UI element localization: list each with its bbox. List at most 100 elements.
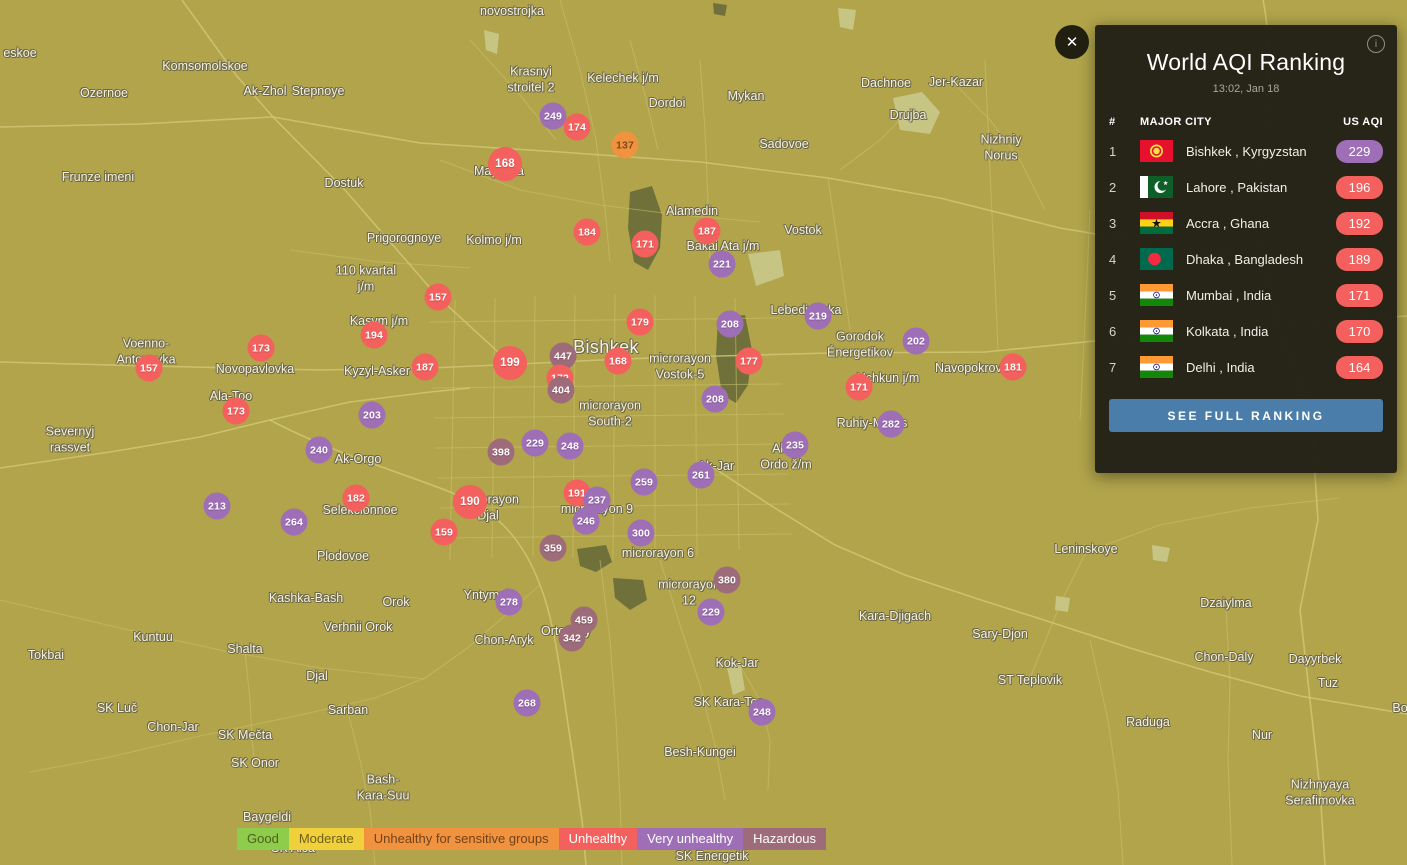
aqi-marker[interactable]: 157 — [136, 355, 163, 382]
aqi-marker[interactable]: 173 — [223, 398, 250, 425]
aqi-marker[interactable]: 203 — [359, 402, 386, 429]
aqi-marker[interactable]: 168 — [488, 147, 522, 181]
legend-item-good: Good — [237, 828, 289, 850]
aqi-marker[interactable]: 202 — [903, 328, 930, 355]
city-column-header: MAJOR CITY — [1140, 116, 1343, 128]
aqi-marker[interactable]: 264 — [281, 509, 308, 536]
flag-india-icon — [1140, 320, 1173, 342]
flag-pakistan-icon — [1140, 176, 1173, 198]
city-name: Delhi , India — [1186, 360, 1336, 375]
aqi-legend: GoodModerateUnhealthy for sensitive grou… — [237, 828, 826, 850]
aqi-marker[interactable]: 249 — [540, 103, 567, 130]
ranking-table-header: # MAJOR CITY US AQI — [1109, 111, 1383, 133]
ranking-rows: 1 Bishkek , Kyrgyzstan229 2 Lahore , Pakist… — [1109, 133, 1383, 385]
world-aqi-ranking-panel: i World AQI Ranking 13:02, Jan 18 # MAJO… — [1095, 25, 1397, 473]
aqi-badge: 196 — [1336, 176, 1383, 199]
aqi-marker[interactable]: 282 — [878, 411, 905, 438]
aqi-marker[interactable]: 248 — [749, 699, 776, 726]
aqi-marker[interactable]: 190 — [453, 485, 487, 519]
aqi-marker[interactable]: 182 — [343, 485, 370, 512]
ranking-row[interactable]: 3 Accra , Ghana192 — [1109, 205, 1383, 241]
ranking-row[interactable]: 5Mumbai , India171 — [1109, 277, 1383, 313]
ranking-row[interactable]: 6 Kolkata , India170 — [1109, 313, 1383, 349]
legend-item-unhealthy: Unhealthy — [559, 828, 638, 850]
aqi-map-screen: eskoeKomsomolskoeOzernoeAk-ZholStepnoyen… — [0, 0, 1407, 865]
see-full-ranking-button[interactable]: SEE FULL RANKING — [1109, 399, 1383, 432]
aqi-marker[interactable]: 208 — [717, 311, 744, 338]
legend-item-hazardous: Hazardous — [743, 828, 826, 850]
city-name: Mumbai , India — [1186, 288, 1336, 303]
aqi-column-header: US AQI — [1343, 116, 1383, 128]
aqi-marker[interactable]: 398 — [488, 439, 515, 466]
rank-number: 4 — [1109, 252, 1140, 267]
aqi-marker[interactable]: 359 — [540, 535, 567, 562]
flag-bangladesh-icon — [1140, 248, 1173, 270]
ranking-row[interactable]: 1 Bishkek , Kyrgyzstan229 — [1109, 133, 1383, 169]
aqi-marker[interactable]: 199 — [493, 346, 527, 380]
city-name: Bishkek , Kyrgyzstan — [1186, 144, 1336, 159]
aqi-marker[interactable]: 240 — [306, 437, 333, 464]
ranking-row[interactable]: 4 Dhaka , Bangladesh189 — [1109, 241, 1383, 277]
aqi-marker[interactable]: 177 — [736, 348, 763, 375]
flag-kyrgyzstan-icon — [1140, 140, 1173, 162]
aqi-marker[interactable]: 157 — [425, 284, 452, 311]
rank-number: 2 — [1109, 180, 1140, 195]
rank-column-header: # — [1109, 116, 1140, 128]
aqi-marker[interactable]: 171 — [846, 374, 873, 401]
info-icon[interactable]: i — [1367, 35, 1385, 53]
city-name: Kolkata , India — [1186, 324, 1336, 339]
aqi-marker[interactable]: 174 — [564, 114, 591, 141]
aqi-marker[interactable]: 235 — [782, 432, 809, 459]
aqi-marker[interactable]: 219 — [805, 303, 832, 330]
aqi-marker[interactable]: 259 — [631, 469, 658, 496]
aqi-badge: 171 — [1336, 284, 1383, 307]
aqi-marker[interactable]: 179 — [627, 309, 654, 336]
aqi-marker[interactable]: 168 — [605, 348, 632, 375]
flag-india-icon — [1140, 356, 1173, 378]
panel-close-button[interactable]: ✕ — [1055, 25, 1089, 59]
aqi-marker[interactable]: 300 — [628, 520, 655, 547]
aqi-marker[interactable]: 380 — [714, 567, 741, 594]
aqi-marker[interactable]: 137 — [612, 132, 639, 159]
aqi-marker[interactable]: 246 — [573, 508, 600, 535]
aqi-marker[interactable]: 194 — [361, 322, 388, 349]
aqi-marker[interactable]: 181 — [1000, 354, 1027, 381]
aqi-marker[interactable]: 159 — [431, 519, 458, 546]
aqi-marker[interactable]: 404 — [548, 377, 575, 404]
aqi-marker[interactable]: 268 — [514, 690, 541, 717]
aqi-marker[interactable]: 221 — [709, 251, 736, 278]
aqi-marker[interactable]: 342 — [559, 625, 586, 652]
aqi-badge: 164 — [1336, 356, 1383, 379]
aqi-marker[interactable]: 184 — [574, 219, 601, 246]
city-name: Dhaka , Bangladesh — [1186, 252, 1336, 267]
aqi-badge: 170 — [1336, 320, 1383, 343]
flag-india-icon — [1140, 284, 1173, 306]
flag-ghana-icon — [1140, 212, 1173, 234]
ranking-row[interactable]: 2 Lahore , Pakistan196 — [1109, 169, 1383, 205]
aqi-marker[interactable]: 187 — [694, 218, 721, 245]
rank-number: 7 — [1109, 360, 1140, 375]
aqi-marker[interactable]: 278 — [496, 589, 523, 616]
legend-item-usg: Unhealthy for sensitive groups — [364, 828, 559, 850]
aqi-marker[interactable]: 187 — [412, 354, 439, 381]
aqi-marker[interactable]: 208 — [702, 386, 729, 413]
rank-number: 6 — [1109, 324, 1140, 339]
panel-title: World AQI Ranking — [1109, 49, 1383, 76]
rank-number: 3 — [1109, 216, 1140, 231]
aqi-marker[interactable]: 171 — [632, 231, 659, 258]
aqi-marker[interactable]: 229 — [698, 599, 725, 626]
panel-timestamp: 13:02, Jan 18 — [1109, 83, 1383, 95]
aqi-marker[interactable]: 173 — [248, 335, 275, 362]
aqi-badge: 189 — [1336, 248, 1383, 271]
aqi-marker[interactable]: 229 — [522, 430, 549, 457]
aqi-marker[interactable]: 248 — [557, 433, 584, 460]
city-name: Lahore , Pakistan — [1186, 180, 1336, 195]
ranking-row[interactable]: 7 Delhi , India164 — [1109, 349, 1383, 385]
aqi-marker[interactable]: 261 — [688, 462, 715, 489]
legend-item-very_unhealthy: Very unhealthy — [637, 828, 743, 850]
aqi-badge: 229 — [1336, 140, 1383, 163]
city-name: Accra , Ghana — [1186, 216, 1336, 231]
aqi-marker[interactable]: 213 — [204, 493, 231, 520]
rank-number: 1 — [1109, 144, 1140, 159]
aqi-badge: 192 — [1336, 212, 1383, 235]
